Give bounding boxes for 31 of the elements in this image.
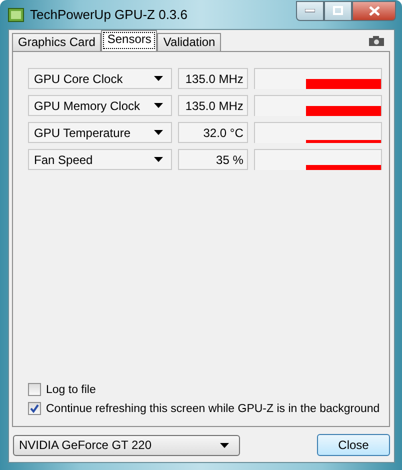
sensor-select[interactable]: GPU Memory Clock — [28, 95, 172, 116]
minimize-button[interactable] — [296, 0, 324, 20]
dropdown-arrow-icon — [154, 103, 163, 108]
tab[interactable]: Validation — [157, 33, 222, 51]
sensor-select[interactable]: GPU Core Clock — [28, 68, 172, 89]
close-icon — [368, 6, 380, 16]
checkbox[interactable] — [28, 383, 41, 396]
close-window-button[interactable] — [352, 0, 396, 20]
sensor-reading: 35 % — [178, 149, 248, 170]
dropdown-arrow-icon — [154, 157, 163, 162]
close-button[interactable]: Close — [317, 434, 390, 456]
sensor-select[interactable]: GPU Temperature — [28, 122, 172, 143]
tab[interactable]: Sensors — [101, 30, 158, 51]
checkbox[interactable] — [28, 402, 41, 415]
dropdown-arrow-icon — [154, 76, 163, 81]
dropdown-arrow-icon — [154, 130, 163, 135]
minimize-icon — [305, 8, 315, 12]
app-icon — [8, 8, 24, 22]
window-title: TechPowerUp GPU-Z 0.3.6 — [30, 7, 189, 22]
checkbox-label: Log to file — [46, 384, 96, 396]
checkbox-label: Continue refreshing this screen while GPU-Z is in the background — [46, 402, 380, 414]
card-select[interactable]: NVIDIA GeForce GT 220 — [13, 434, 240, 456]
sensor-reading: 135.0 MHz — [178, 68, 248, 89]
sensor-reading: 32.0 °C — [178, 122, 248, 143]
maximize-icon — [333, 6, 343, 15]
maximize-button[interactable] — [324, 0, 352, 20]
camera-icon[interactable] — [369, 36, 384, 46]
sensor-reading: 135.0 MHz — [178, 95, 248, 116]
tab[interactable]: Graphics Card — [12, 33, 102, 51]
sensor-select[interactable]: Fan Speed — [28, 149, 172, 170]
dropdown-arrow-icon — [220, 442, 229, 448]
